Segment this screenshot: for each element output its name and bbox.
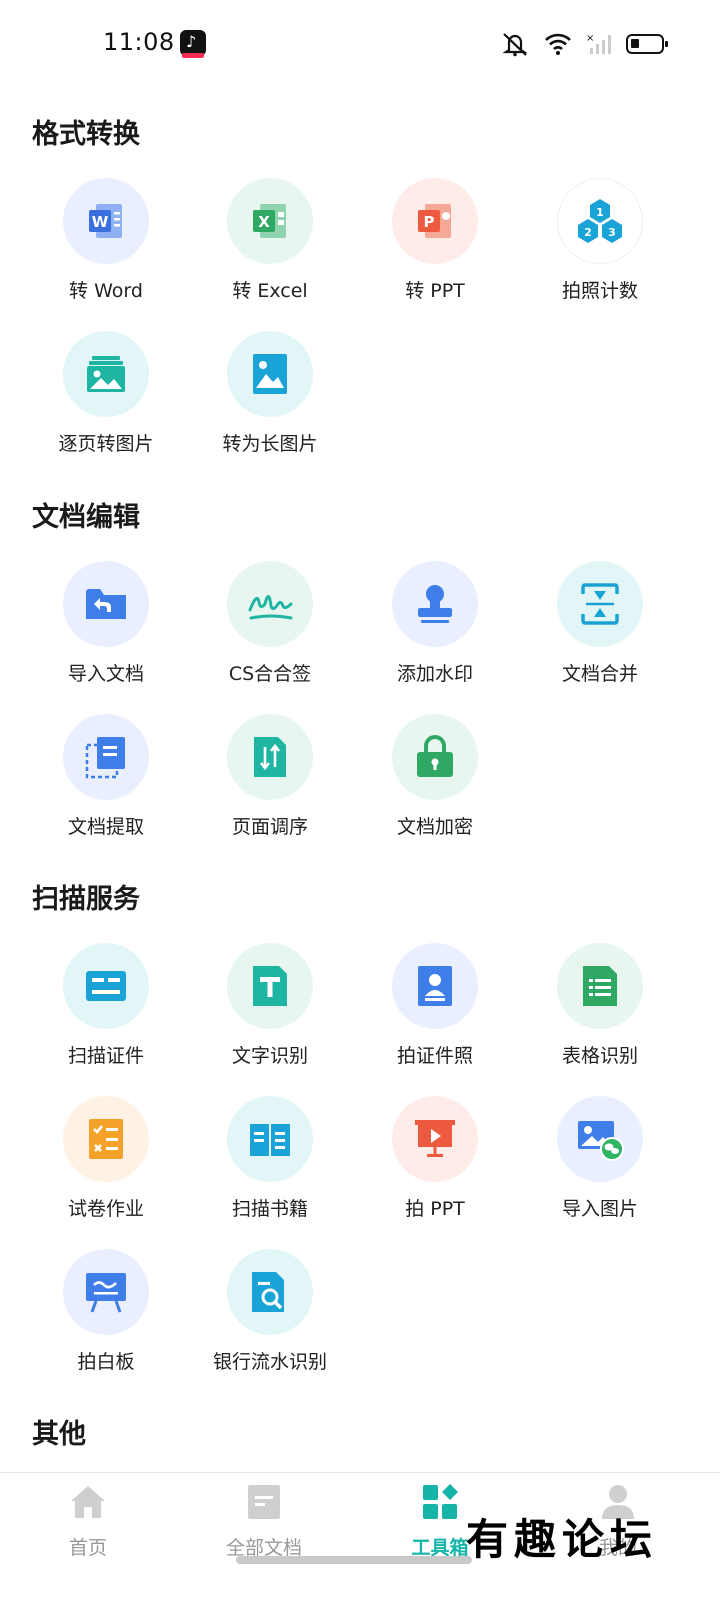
home-indicator-bar[interactable] [236, 1556, 472, 1564]
tool-label: 试卷作业 [67, 1198, 144, 1220]
tool-label: 文档提取 [67, 816, 144, 838]
section-title-other: 其他 [32, 1419, 86, 1450]
merge-icon [557, 561, 643, 647]
word-icon: W [63, 178, 149, 264]
tool-exam-homework[interactable]: 试卷作业 [24, 1096, 188, 1221]
tiktok-notification-icon: ♪ [180, 30, 206, 58]
exam-icon [63, 1096, 149, 1182]
section-title-doc-edit: 文档编辑 [32, 502, 140, 533]
ppt-icon: P [392, 178, 478, 264]
tool-label: 扫描书籍 [231, 1198, 308, 1220]
tool-label: 导入图片 [561, 1198, 638, 1220]
svg-text:X: X [258, 213, 270, 231]
id-photo-icon [392, 943, 478, 1029]
tool-label: 银行流水识别 [212, 1351, 327, 1373]
signature-icon [227, 561, 313, 647]
wifi-icon [545, 33, 571, 55]
svg-text:P: P [424, 213, 435, 231]
tool-to-word[interactable]: W 转 Word [24, 178, 188, 303]
tool-label: 转 Excel [232, 280, 308, 302]
documents-icon [245, 1483, 283, 1521]
tool-import-doc[interactable]: 导入文档 [24, 561, 188, 686]
tool-label: 文档合并 [561, 663, 638, 685]
id-card-icon [63, 943, 149, 1029]
tool-label: 逐页转图片 [58, 433, 154, 455]
nav-all-documents[interactable]: 全部文档 [194, 1483, 334, 1560]
tool-photo-ppt[interactable]: 拍 PPT [353, 1096, 517, 1221]
tool-scan-book[interactable]: 扫描书籍 [188, 1096, 352, 1221]
tool-label: 拍照计数 [561, 280, 638, 302]
tool-label: 转 Word [69, 280, 143, 302]
lock-icon [392, 714, 478, 800]
battery-icon [626, 34, 668, 54]
svg-text:W: W [92, 213, 109, 231]
tool-label: 转 PPT [405, 280, 465, 302]
count-hexagon-icon: 1 2 3 [557, 178, 643, 264]
tool-doc-encrypt[interactable]: 文档加密 [353, 714, 517, 839]
tool-label: 表格识别 [561, 1045, 638, 1067]
import-image-icon [557, 1096, 643, 1182]
whiteboard-icon [63, 1249, 149, 1335]
tool-long-image[interactable]: 转为长图片 [188, 331, 352, 456]
tool-doc-extract[interactable]: 文档提取 [24, 714, 188, 839]
tool-to-excel[interactable]: X 转 Excel [188, 178, 352, 303]
long-image-icon [227, 331, 313, 417]
book-icon [227, 1096, 313, 1182]
nav-label: 首页 [68, 1537, 107, 1559]
tool-scan-id[interactable]: 扫描证件 [24, 943, 188, 1068]
tool-label: 转为长图片 [222, 433, 318, 455]
svg-text:2: 2 [584, 226, 592, 239]
tool-label: 文档加密 [396, 816, 473, 838]
signal-icon: × [586, 33, 611, 54]
image-stack-icon [63, 331, 149, 417]
stamp-icon [392, 561, 478, 647]
tool-page-to-image[interactable]: 逐页转图片 [24, 331, 188, 456]
bank-statement-icon [227, 1249, 313, 1335]
tool-label: 文字识别 [231, 1045, 308, 1067]
svg-text:×: × [586, 33, 594, 44]
nav-home[interactable]: 首页 [18, 1483, 158, 1560]
presentation-icon [392, 1096, 478, 1182]
status-icons: × [500, 30, 668, 58]
table-recognition-icon [557, 943, 643, 1029]
tool-cs-sign[interactable]: CS合合签 [188, 561, 352, 686]
tool-id-photo[interactable]: 拍证件照 [353, 943, 517, 1068]
status-time: 11:08 [103, 28, 175, 56]
section-title-scan-service: 扫描服务 [32, 884, 140, 915]
tool-text-recognition[interactable]: 文字识别 [188, 943, 352, 1068]
tool-table-recognition[interactable]: 表格识别 [518, 943, 682, 1068]
home-icon [69, 1483, 107, 1521]
svg-text:1: 1 [596, 206, 604, 219]
tool-label: 拍 PPT [405, 1198, 465, 1220]
tool-page-reorder[interactable]: 页面调序 [188, 714, 352, 839]
tool-label: 导入文档 [67, 663, 144, 685]
forum-watermark: 有趣论坛 [466, 1515, 659, 1564]
mute-bell-icon [502, 33, 528, 57]
tool-label: 拍白板 [77, 1351, 135, 1373]
extract-icon [63, 714, 149, 800]
tool-label: 扫描证件 [67, 1045, 144, 1067]
tool-import-image[interactable]: 导入图片 [518, 1096, 682, 1221]
import-folder-icon [63, 561, 149, 647]
svg-text:3: 3 [608, 226, 616, 239]
tool-doc-merge[interactable]: 文档合并 [518, 561, 682, 686]
reorder-icon [227, 714, 313, 800]
text-recognition-icon [227, 943, 313, 1029]
toolbox-icon [421, 1483, 459, 1521]
tool-label: 拍证件照 [396, 1045, 473, 1067]
tool-whiteboard[interactable]: 拍白板 [24, 1249, 188, 1374]
section-title-format-convert: 格式转换 [32, 119, 140, 150]
tool-label: 页面调序 [231, 816, 308, 838]
tool-to-ppt[interactable]: P 转 PPT [353, 178, 517, 303]
tool-photo-count[interactable]: 1 2 3 拍照计数 [518, 178, 682, 303]
tool-label: 添加水印 [396, 663, 473, 685]
tool-add-watermark[interactable]: 添加水印 [353, 561, 517, 686]
excel-icon: X [227, 178, 313, 264]
tool-label: CS合合签 [228, 663, 312, 685]
status-bar: 11:08 ♪ × [0, 0, 720, 90]
tool-bank-statement[interactable]: 银行流水识别 [188, 1249, 352, 1374]
